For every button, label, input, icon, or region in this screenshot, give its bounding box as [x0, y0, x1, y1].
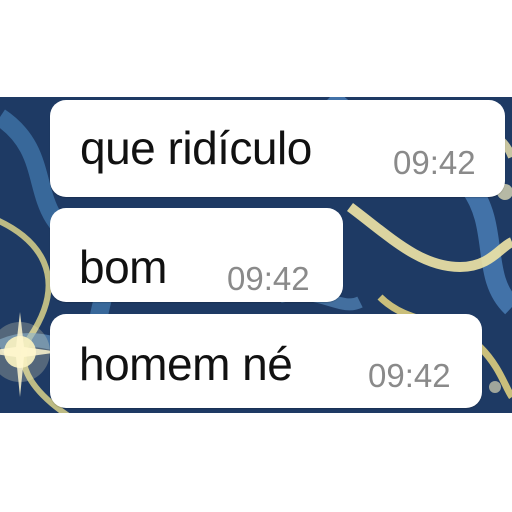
message-bubble[interactable]: homem né 09:42 — [50, 314, 482, 408]
chat-panel[interactable]: que ridículo 09:42 bom 09:42 homem né 09… — [0, 97, 512, 413]
message-text: que ridículo — [80, 122, 312, 174]
message-text: bom — [79, 241, 167, 293]
message-timestamp: 09:42 — [393, 144, 476, 181]
message-timestamp: 09:42 — [368, 357, 451, 394]
message-bubble[interactable]: que ridículo 09:42 — [50, 100, 505, 197]
screenshot-frame: que ridículo 09:42 bom 09:42 homem né 09… — [0, 0, 512, 512]
message-timestamp: 09:42 — [227, 260, 310, 297]
message-bubble[interactable]: bom 09:42 — [50, 208, 343, 302]
message-text: homem né — [79, 338, 293, 390]
